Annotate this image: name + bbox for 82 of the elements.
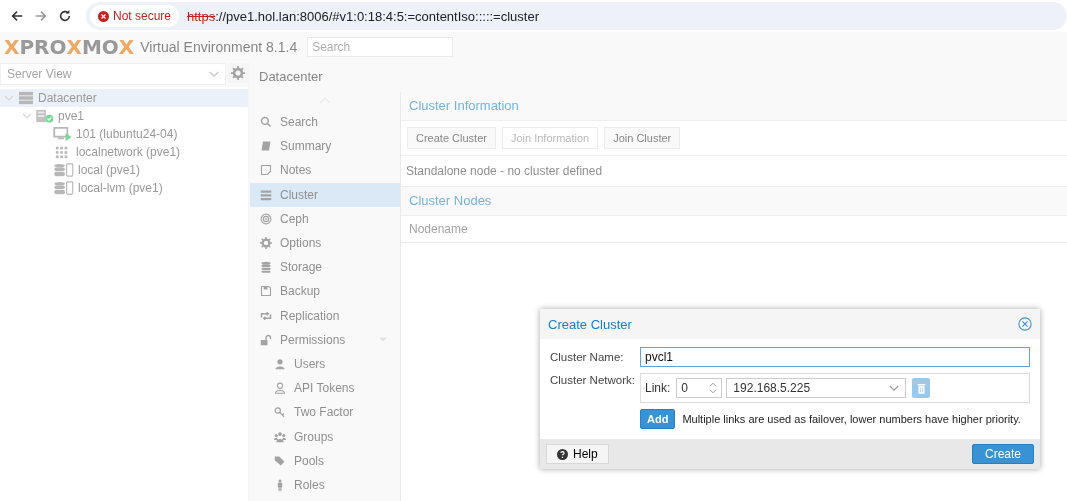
grid-icon — [55, 145, 69, 159]
nav-item[interactable]: Groups — [250, 424, 400, 449]
trash-icon — [916, 382, 926, 394]
close-icon — [1018, 317, 1032, 331]
security-chip[interactable]: Not secure — [90, 5, 180, 27]
floppy-icon — [260, 285, 272, 298]
storage-icon — [53, 181, 75, 195]
arrows-icon — [260, 309, 272, 322]
chevron-down-icon — [889, 384, 900, 392]
nav-item[interactable]: Ceph — [250, 206, 400, 231]
tree-item[interactable]: local-lvm (pve1) — [0, 179, 248, 197]
search-icon — [260, 116, 272, 129]
column-header[interactable]: Nodename — [401, 216, 468, 242]
settings-button[interactable] — [228, 63, 248, 83]
tree-item[interactable]: 101 (lubuntu24-04) — [0, 125, 248, 143]
create-button[interactable]: Create — [972, 444, 1034, 464]
hint-text: Multiple links are used as failover, lower numbers have higher priority. — [682, 413, 1021, 425]
nav-item[interactable]: Roles — [250, 472, 400, 497]
error-icon — [98, 10, 109, 22]
product-version: Virtual Environment 8.1.4 — [140, 39, 298, 55]
input-field[interactable]: pvcl1 — [640, 347, 1030, 367]
logo: XPROXMOX — [3, 35, 135, 59]
storage-icon — [53, 163, 75, 177]
help-button[interactable]: Help — [546, 444, 609, 464]
address-dropdown[interactable]: 192.168.5.225 — [726, 378, 907, 398]
url-text: https://pve1.hol.lan:8006/#v1:0:18:4:5:=contentIso:::::=cluster — [187, 8, 539, 24]
tree-item[interactable]: local (pve1) — [0, 161, 248, 179]
add-button[interactable]: Add — [640, 409, 676, 429]
nav-item[interactable]: Two Factor — [250, 400, 400, 425]
tree-item[interactable]: Datacenter — [0, 89, 248, 107]
address-bar[interactable]: Not secure https://pve1.hol.lan:8006/#v1:0:18:4:5:=contentIso:::::=cluster — [86, 2, 1067, 30]
server-icon — [17, 91, 35, 105]
search-field[interactable]: Search — [307, 37, 454, 57]
nav-item[interactable]: Users — [250, 351, 400, 377]
nav-item[interactable]: Cluster — [250, 182, 400, 207]
user-outline-icon — [274, 382, 286, 395]
tree-item[interactable]: localnetwork (pve1) — [0, 143, 248, 161]
users-icon — [274, 430, 286, 443]
question-icon — [557, 448, 568, 460]
toolbar-button[interactable]: Join Cluster — [604, 127, 681, 149]
back-icon — [10, 9, 24, 23]
field-label: Link: — [645, 381, 671, 395]
nav-item[interactable]: Pools — [250, 448, 400, 473]
breadcrumb-title: Datacenter — [250, 62, 1067, 92]
delete-button[interactable] — [912, 378, 931, 398]
toolbar-button[interactable]: Create Cluster — [407, 127, 496, 149]
padlock-icon — [260, 333, 272, 346]
field-label: Cluster Network: — [550, 374, 636, 386]
database-icon — [260, 261, 272, 274]
note-icon — [260, 164, 272, 177]
nav-item[interactable]: Replication — [250, 303, 400, 328]
nav-item[interactable]: Search — [250, 110, 400, 135]
nav-item[interactable]: API Tokens — [250, 376, 400, 401]
monitor-play-icon — [53, 127, 73, 141]
nav-item[interactable]: Options — [250, 230, 400, 256]
nav-item[interactable]: Summary — [250, 134, 400, 159]
spinner-arrows-icon — [709, 381, 718, 395]
gear-icon — [260, 237, 272, 250]
tags-icon — [274, 454, 286, 467]
view-dropdown[interactable]: Server View — [0, 63, 226, 85]
user-icon — [274, 357, 286, 370]
close-button[interactable] — [1018, 317, 1032, 331]
nav-item[interactable]: Storage — [250, 255, 400, 280]
tree-item[interactable]: pve1 — [0, 107, 248, 125]
nav-item[interactable]: Notes — [250, 158, 400, 183]
nav-item[interactable]: Backup — [250, 279, 400, 304]
panel-title: Cluster Nodes — [401, 187, 1067, 216]
key-icon — [274, 406, 286, 419]
settings-icon — [231, 66, 245, 80]
server-status-icon — [35, 109, 55, 123]
panel-title: Cluster Information — [401, 92, 1067, 121]
nav-item[interactable]: Permissions — [250, 327, 400, 352]
reload-icon — [58, 9, 72, 23]
number-spinner[interactable]: 0 — [676, 378, 723, 398]
chevron-down-icon — [209, 70, 219, 78]
ceph-icon — [260, 212, 272, 225]
server-icon — [260, 188, 272, 201]
book-icon — [260, 140, 272, 153]
dialog-title: Create Cluster — [548, 316, 632, 332]
field-label: Cluster Name: — [550, 351, 625, 363]
forward-icon — [34, 9, 48, 23]
security-label: Not secure — [113, 9, 172, 23]
